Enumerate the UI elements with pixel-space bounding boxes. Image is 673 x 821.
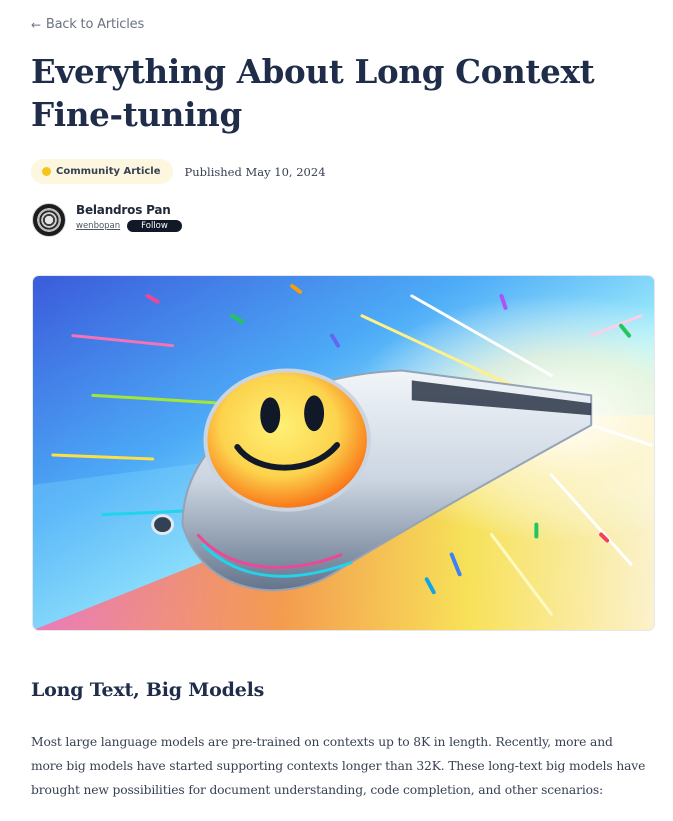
follow-button[interactable]: Follow <box>127 220 182 232</box>
section-heading: Long Text, Big Models <box>31 679 265 701</box>
hero-illustration <box>33 276 654 630</box>
back-link-label: Back to Articles <box>45 17 145 32</box>
community-dot-icon <box>42 167 51 176</box>
article-meta: Community Article Published May 10, 2024 <box>31 159 326 184</box>
author-handle-link[interactable]: wenbopan <box>76 221 120 231</box>
author-avatar[interactable] <box>32 203 66 237</box>
community-article-badge[interactable]: Community Article <box>31 159 173 184</box>
back-to-articles-link[interactable]: ← Back to Articles <box>31 17 144 32</box>
arrow-left-icon: ← <box>31 17 41 32</box>
author-info: Belandros Pan wenbopan Follow <box>76 203 182 232</box>
article-paragraph: Most large language models are pre-train… <box>31 735 646 797</box>
published-date: May 10, 2024 <box>245 164 326 179</box>
page-title: Everything About Long Context Fine-tunin… <box>31 52 595 134</box>
badge-label: Community Article <box>56 166 161 177</box>
hero-image <box>32 275 655 631</box>
published-label: Published <box>184 164 242 179</box>
author-name[interactable]: Belandros Pan <box>76 203 182 217</box>
author-sub: wenbopan Follow <box>76 220 182 232</box>
author-block: Belandros Pan wenbopan Follow <box>32 203 182 237</box>
published-info: Published May 10, 2024 <box>185 165 326 179</box>
